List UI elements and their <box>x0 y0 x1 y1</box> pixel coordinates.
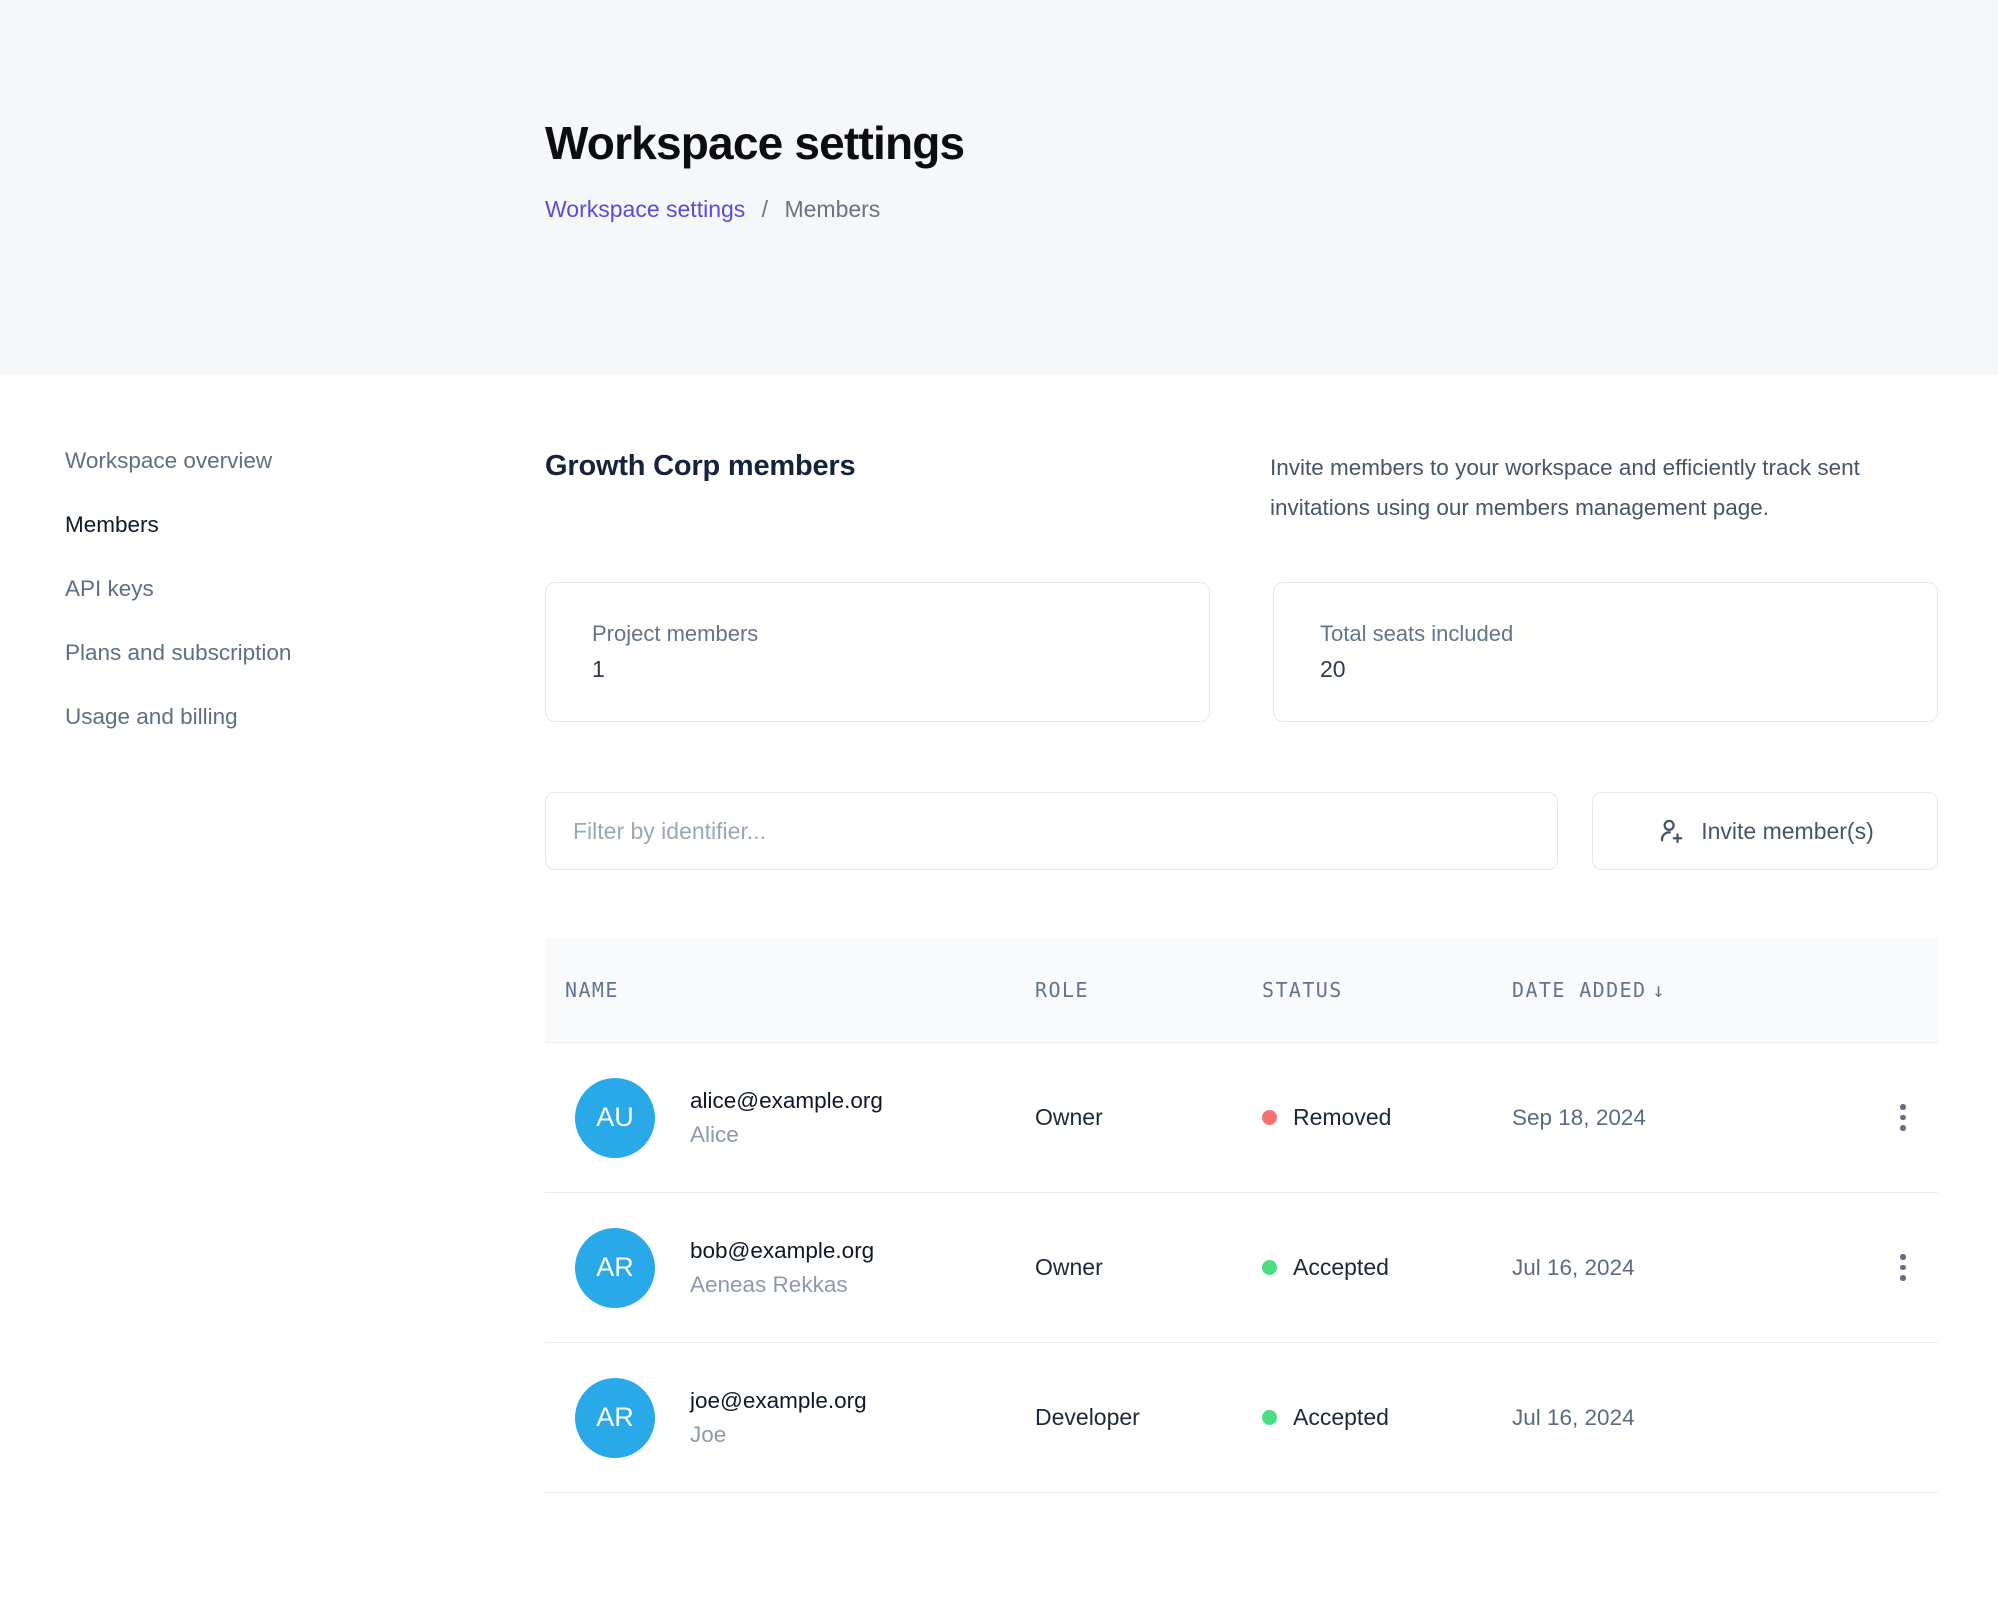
status-label: Accepted <box>1293 1404 1389 1431</box>
table-body: AU alice@example.org Alice Owner Removed Sep … <box>545 1043 1938 1493</box>
member-display-name: Alice <box>690 1122 883 1148</box>
member-row: AR joe@example.org Joe Developer Accepted Jul… <box>545 1343 1938 1493</box>
member-role: Owner <box>1035 1104 1262 1131</box>
member-name-cell: AU alice@example.org Alice <box>545 1078 1035 1158</box>
member-name-cell: AR joe@example.org Joe <box>545 1378 1035 1458</box>
column-header-name[interactable]: NAME <box>545 978 1035 1002</box>
sidebar-item-workspace-overview[interactable]: Workspace overview <box>65 448 485 474</box>
page-title: Workspace settings <box>545 116 1998 170</box>
member-role: Developer <box>1035 1404 1262 1431</box>
section-heading: Growth Corp members <box>545 450 855 483</box>
workspace-settings-page: Workspace settings Workspace settings / … <box>0 0 1998 1612</box>
stat-value: 20 <box>1320 656 1937 683</box>
member-date-added: Jul 16, 2024 <box>1512 1405 1878 1431</box>
column-header-date-added[interactable]: DATE ADDED↓ <box>1512 978 1878 1002</box>
member-identity: joe@example.org Joe <box>690 1388 867 1448</box>
main-content: Growth Corp members Invite members to yo… <box>545 448 1938 1493</box>
member-display-name: Joe <box>690 1422 867 1448</box>
sidebar-item-usage-and-billing[interactable]: Usage and billing <box>65 704 485 730</box>
member-status: Removed <box>1262 1104 1512 1131</box>
member-actions-cell <box>1878 1244 1938 1291</box>
table-header-row: NAMEROLESTATUSDATE ADDED↓ <box>545 938 1938 1043</box>
status-label: Accepted <box>1293 1254 1389 1281</box>
section-header: Growth Corp members Invite members to yo… <box>545 448 1938 528</box>
person-add-icon <box>1656 816 1686 846</box>
filter-row: Invite member(s) <box>545 792 1938 870</box>
member-display-name: Aeneas Rekkas <box>690 1272 874 1298</box>
avatar: AR <box>575 1378 655 1458</box>
avatar: AR <box>575 1228 655 1308</box>
member-row: AR bob@example.org Aeneas Rekkas Owner Accep… <box>545 1193 1938 1343</box>
status-dot <box>1262 1410 1277 1425</box>
row-menu-icon[interactable] <box>1890 1244 1916 1291</box>
member-status: Accepted <box>1262 1254 1512 1281</box>
stat-label: Total seats included <box>1320 621 1937 647</box>
sort-descending-icon: ↓ <box>1652 978 1664 1002</box>
status-label: Removed <box>1293 1104 1391 1131</box>
column-header-role[interactable]: ROLE <box>1035 978 1262 1002</box>
member-actions-cell <box>1878 1094 1938 1141</box>
settings-sidebar: Workspace overview Members API keys Plans a… <box>65 448 485 768</box>
avatar: AU <box>575 1078 655 1158</box>
member-name-cell: AR bob@example.org Aeneas Rekkas <box>545 1228 1035 1308</box>
member-row: AU alice@example.org Alice Owner Removed Sep … <box>545 1043 1938 1193</box>
members-table: NAMEROLESTATUSDATE ADDED↓ AU alice@exampl… <box>545 938 1938 1493</box>
breadcrumb-current: Members <box>784 196 880 222</box>
section-description: Invite members to your workspace and eff… <box>1270 448 1938 528</box>
member-email: joe@example.org <box>690 1388 867 1414</box>
member-date-added: Sep 18, 2024 <box>1512 1105 1878 1131</box>
member-identity: alice@example.org Alice <box>690 1088 883 1148</box>
breadcrumb-link-workspace-settings[interactable]: Workspace settings <box>545 196 745 222</box>
stat-card-total-seats-included: Total seats included 20 <box>1273 582 1938 722</box>
member-status: Accepted <box>1262 1404 1512 1431</box>
stat-cards: Project members 1 Total seats included 20 <box>545 582 1938 722</box>
status-dot <box>1262 1260 1277 1275</box>
member-identity: bob@example.org Aeneas Rekkas <box>690 1238 874 1298</box>
sidebar-item-members[interactable]: Members <box>65 512 485 538</box>
member-email: alice@example.org <box>690 1088 883 1114</box>
breadcrumb: Workspace settings / Members <box>545 196 1998 223</box>
member-role: Owner <box>1035 1254 1262 1281</box>
stat-label: Project members <box>592 621 1209 647</box>
member-date-added: Jul 16, 2024 <box>1512 1255 1878 1281</box>
sidebar-item-api-keys[interactable]: API keys <box>65 576 485 602</box>
sidebar-item-plans-and-subscription[interactable]: Plans and subscription <box>65 640 485 666</box>
member-email: bob@example.org <box>690 1238 874 1264</box>
invite-members-label: Invite member(s) <box>1701 818 1874 845</box>
filter-input[interactable] <box>545 792 1558 870</box>
breadcrumb-separator: / <box>762 196 768 222</box>
invite-members-button[interactable]: Invite member(s) <box>1592 792 1938 870</box>
row-menu-icon[interactable] <box>1890 1094 1916 1141</box>
column-header-status[interactable]: STATUS <box>1262 978 1512 1002</box>
stat-value: 1 <box>592 656 1209 683</box>
page-header: Workspace settings Workspace settings / … <box>0 0 1998 375</box>
status-dot <box>1262 1110 1277 1125</box>
stat-card-project-members: Project members 1 <box>545 582 1210 722</box>
